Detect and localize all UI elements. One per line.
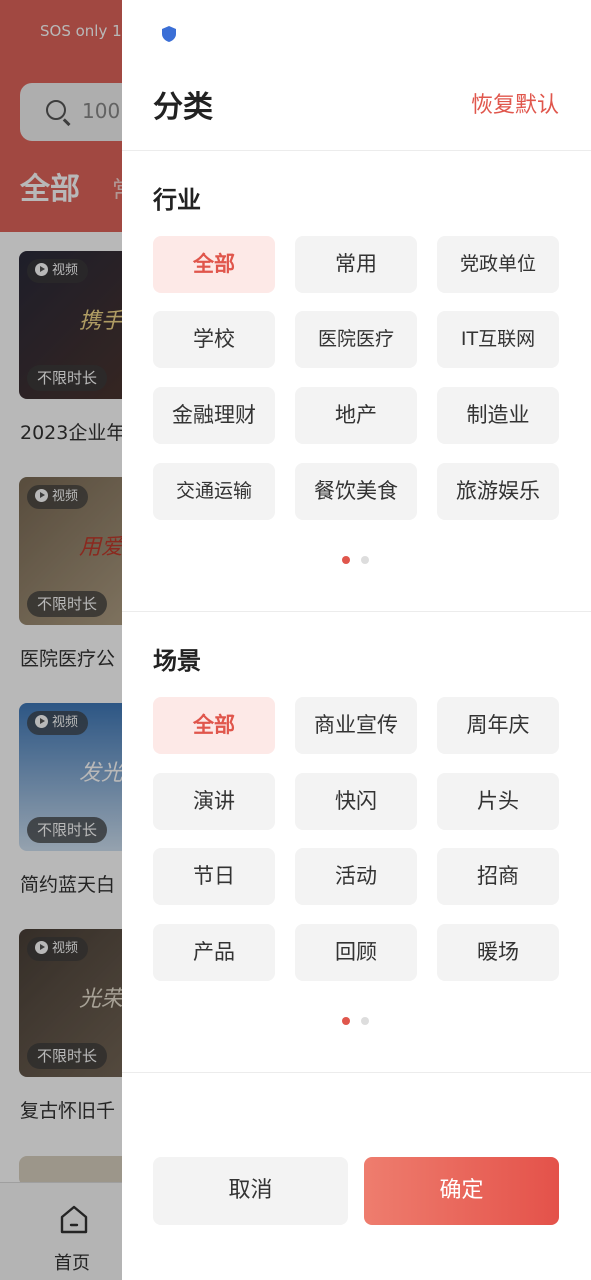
page-dot	[361, 556, 369, 564]
scene-options: 全部 商业宣传 周年庆 演讲 快闪 片头 节日 活动 招商 产品 回顾 暖场	[153, 697, 559, 981]
confirm-button[interactable]: 确定	[364, 1157, 559, 1225]
scene-option-event[interactable]: 活动	[295, 848, 417, 905]
industry-option-school[interactable]: 学校	[153, 311, 275, 368]
cancel-button[interactable]: 取消	[153, 1157, 348, 1225]
industry-option-common[interactable]: 常用	[295, 236, 417, 293]
filter-drawer: 分类 恢复默认 行业 全部 常用 党政单位 学校 医院医疗 IT互联网 金融理财…	[122, 0, 591, 1280]
scene-section-title: 场景	[153, 647, 201, 675]
industry-option-government[interactable]: 党政单位	[437, 236, 559, 293]
scene-option-intro[interactable]: 片头	[437, 773, 559, 830]
scene-option-anniversary[interactable]: 周年庆	[437, 697, 559, 754]
industry-option-manufacturing[interactable]: 制造业	[437, 387, 559, 444]
scene-option-warmup[interactable]: 暖场	[437, 924, 559, 981]
industry-options: 全部 常用 党政单位 学校 医院医疗 IT互联网 金融理财 地产 制造业 交通运…	[153, 236, 559, 520]
scene-option-review[interactable]: 回顾	[295, 924, 417, 981]
scene-option-all[interactable]: 全部	[153, 697, 275, 754]
page-dot-active	[342, 1017, 350, 1025]
page-dot	[361, 1017, 369, 1025]
industry-option-all[interactable]: 全部	[153, 236, 275, 293]
scene-page-indicator[interactable]	[342, 1017, 372, 1027]
drawer-title: 分类	[153, 90, 213, 125]
industry-option-it-internet[interactable]: IT互联网	[437, 311, 559, 368]
page-dot-active	[342, 556, 350, 564]
industry-option-food[interactable]: 餐饮美食	[295, 463, 417, 520]
reset-default-button[interactable]: 恢复默认	[471, 87, 559, 119]
scene-option-holiday[interactable]: 节日	[153, 848, 275, 905]
industry-option-finance[interactable]: 金融理财	[153, 387, 275, 444]
industry-option-real-estate[interactable]: 地产	[295, 387, 417, 444]
divider	[122, 1072, 591, 1073]
scene-option-promotion[interactable]: 商业宣传	[295, 697, 417, 754]
scene-option-product[interactable]: 产品	[153, 924, 275, 981]
divider	[122, 150, 591, 151]
scene-option-flash[interactable]: 快闪	[295, 773, 417, 830]
divider	[122, 611, 591, 612]
industry-option-hospital[interactable]: 医院医疗	[295, 311, 417, 368]
industry-option-transport[interactable]: 交通运输	[153, 463, 275, 520]
shield-icon	[162, 26, 176, 42]
industry-page-indicator[interactable]	[342, 556, 372, 566]
scene-option-speech[interactable]: 演讲	[153, 773, 275, 830]
scene-option-investment[interactable]: 招商	[437, 848, 559, 905]
industry-option-travel[interactable]: 旅游娱乐	[437, 463, 559, 520]
industry-section-title: 行业	[153, 186, 201, 214]
